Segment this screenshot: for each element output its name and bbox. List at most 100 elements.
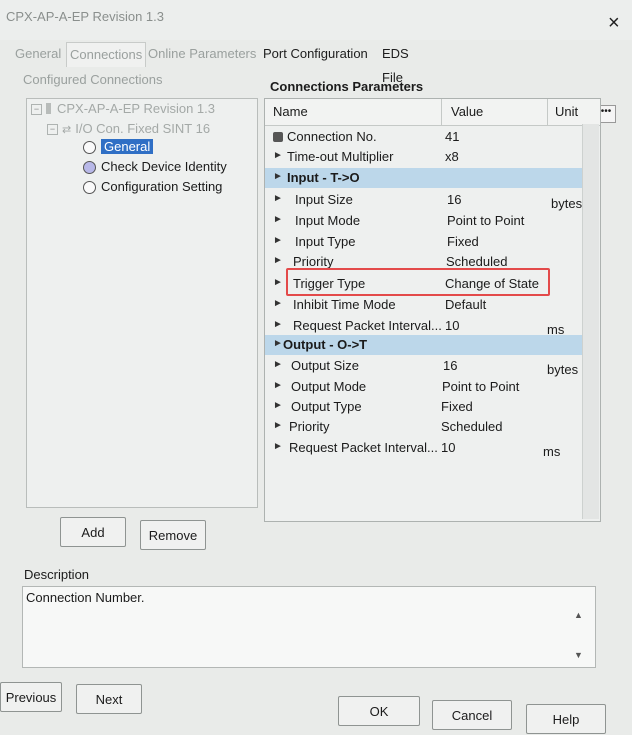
param-row-connection-no[interactable]: Connection No. 41 — [265, 127, 585, 147]
tree-root-label: CPX-AP-A-EP Revision 1.3 — [57, 101, 215, 116]
param-unit: bytes — [547, 362, 579, 377]
param-row-output-request-packet-interval[interactable]: ► Request Packet Interval... 10 ms — [265, 438, 585, 459]
param-unit: ms — [543, 444, 561, 459]
arrow-right-icon: ► — [273, 380, 283, 391]
vertical-scrollbar[interactable] — [582, 124, 599, 519]
param-row-input-type[interactable]: ► Input Type Fixed — [265, 232, 585, 252]
param-row-input-mode[interactable]: ► Input Mode Point to Point — [265, 211, 585, 231]
param-row-timeout-multiplier[interactable]: ► Time-out Multiplier x8 — [265, 147, 585, 167]
grid-header: Name Value Unit — [265, 99, 600, 126]
arrow-right-icon: ► — [273, 171, 283, 182]
close-icon[interactable]: × — [608, 12, 620, 35]
param-row-output-priority[interactable]: ► Priority Scheduled — [265, 417, 585, 437]
arrow-right-icon: ► — [273, 338, 283, 349]
arrow-right-icon: ► — [273, 193, 283, 204]
tree-check-identity-label: Check Device Identity — [101, 159, 227, 174]
add-button[interactable]: Add — [60, 517, 126, 547]
arrow-right-icon: ► — [273, 441, 283, 452]
param-value[interactable]: 16 — [443, 358, 457, 373]
arrow-right-icon: ► — [273, 400, 283, 411]
param-unit: bytes — [551, 196, 583, 211]
collapse-icon[interactable]: − — [31, 104, 42, 116]
column-unit-header[interactable]: Unit — [555, 104, 578, 119]
tree-connection-label: I/O Con. Fixed SINT 16 — [75, 121, 211, 136]
param-row-output-mode[interactable]: ► Output Mode Point to Point — [265, 377, 585, 397]
column-name-header[interactable]: Name — [273, 104, 308, 119]
radio-icon — [83, 161, 96, 175]
param-name: Output Mode — [291, 379, 367, 394]
tree-item-configuration-setting[interactable]: Configuration Setting — [83, 179, 223, 195]
column-value-header[interactable]: Value — [451, 104, 483, 119]
param-value[interactable]: Fixed — [441, 399, 473, 414]
param-value[interactable]: 41 — [445, 129, 459, 144]
param-name: Priority — [293, 254, 334, 269]
tab-port-configuration[interactable]: Port Configuration — [263, 42, 368, 66]
group-name: Input - T->O — [287, 170, 360, 185]
next-button[interactable]: Next — [76, 684, 142, 714]
collapse-icon[interactable]: − — [47, 124, 58, 136]
connection-icon: ⇄ — [62, 124, 72, 136]
param-name: Request Packet Interval... — [289, 440, 438, 455]
lock-icon — [273, 132, 283, 142]
help-button[interactable]: Help — [526, 704, 606, 734]
tree-item-general[interactable]: General — [83, 139, 154, 155]
group-row-output[interactable]: ► Output - O->T — [265, 335, 585, 355]
connections-tree[interactable]: − CPX-AP-A-EP Revision 1.3 − ⇄ I/O Con. Fix… — [26, 98, 258, 508]
device-icon — [46, 103, 51, 114]
parameters-grid[interactable]: Name Value Unit Connection No. 41 ► Time… — [264, 98, 601, 522]
param-value[interactable]: Scheduled — [446, 254, 507, 269]
param-value[interactable]: Scheduled — [441, 419, 502, 434]
tree-item-check-device-identity[interactable]: Check Device Identity — [83, 159, 227, 175]
param-value[interactable]: Fixed — [447, 234, 479, 249]
radio-icon — [83, 141, 96, 155]
param-row-output-size[interactable]: ► Output Size 16 bytes — [265, 356, 585, 377]
scroll-up-icon[interactable]: ▲ — [574, 610, 583, 620]
param-row-output-type[interactable]: ► Output Type Fixed — [265, 397, 585, 417]
column-divider — [547, 99, 548, 125]
tree-item-connection[interactable]: − ⇄ I/O Con. Fixed SINT 16 — [47, 121, 210, 136]
configured-connections-label: Configured Connections — [23, 72, 163, 87]
param-name: Time-out Multiplier — [287, 149, 394, 164]
tab-online-parameters[interactable]: Online Parameters — [148, 42, 256, 66]
tab-general[interactable]: General — [15, 42, 61, 66]
arrow-right-icon: ► — [273, 214, 283, 225]
param-name: Inhibit Time Mode — [293, 297, 396, 312]
param-value[interactable]: Default — [445, 297, 486, 312]
param-row-inhibit-time-mode[interactable]: ► Inhibit Time Mode Default — [265, 295, 585, 315]
scroll-down-icon[interactable]: ▼ — [574, 650, 583, 660]
tree-item-device[interactable]: − CPX-AP-A-EP Revision 1.3 — [31, 101, 215, 116]
radio-icon — [83, 181, 96, 195]
previous-button[interactable]: Previous — [0, 682, 62, 712]
window-title: CPX-AP-A-EP Revision 1.3 — [6, 9, 164, 24]
param-name: Input Type — [295, 234, 356, 249]
arrow-right-icon: ► — [273, 235, 283, 246]
param-row-input-size[interactable]: ► Input Size 16 bytes — [265, 190, 585, 211]
tree-configuration-label: Configuration Setting — [101, 179, 223, 194]
group-row-input[interactable]: ► Input - T->O — [265, 168, 585, 188]
param-value[interactable]: x8 — [445, 149, 459, 164]
param-value[interactable]: 16 — [447, 192, 461, 207]
tab-strip: General Connections Online Parameters Po… — [12, 42, 432, 85]
connections-parameters-label: Connections Parameters — [270, 79, 424, 94]
description-label: Description — [24, 567, 90, 582]
arrow-right-icon: ► — [273, 277, 283, 288]
param-value[interactable]: Point to Point — [442, 379, 519, 394]
arrow-right-icon: ► — [273, 319, 283, 330]
arrow-right-icon: ► — [273, 255, 283, 266]
tab-connections[interactable]: Connections — [66, 42, 147, 67]
param-name: Connection No. — [273, 129, 377, 144]
tree-general-label: General — [101, 139, 154, 154]
param-row-input-request-packet-interval[interactable]: ► Request Packet Interval... 10 ms — [265, 316, 585, 337]
param-value[interactable]: 10 — [445, 318, 459, 333]
arrow-right-icon: ► — [273, 359, 283, 370]
remove-button[interactable]: Remove — [140, 520, 206, 550]
param-name: Request Packet Interval... — [293, 318, 442, 333]
param-name: Output Size — [291, 358, 359, 373]
param-name: Input Mode — [295, 213, 361, 228]
param-name: Priority — [289, 419, 330, 434]
cancel-button[interactable]: Cancel — [432, 700, 512, 730]
tab-eds-file[interactable]: EDS File — [382, 42, 432, 85]
param-value[interactable]: 10 — [441, 440, 455, 455]
param-value[interactable]: Point to Point — [447, 213, 524, 228]
ok-button[interactable]: OK — [338, 696, 420, 726]
